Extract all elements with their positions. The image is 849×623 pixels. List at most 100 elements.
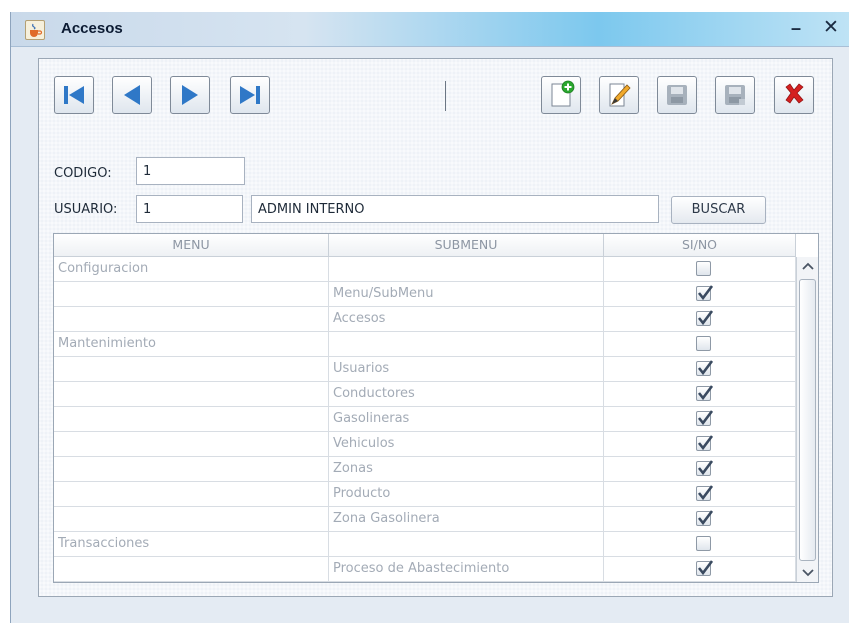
scroll-up-button[interactable] (797, 257, 818, 275)
table-row[interactable]: Zona Gasolinera (54, 507, 796, 532)
submenu-cell (329, 257, 604, 281)
submenu-cell: Zona Gasolinera (329, 507, 604, 531)
codigo-label: CODIGO: (54, 166, 112, 181)
accesos-window: Accesos – ✕ CODIGO: 1 USUARIO: 1 ADMIN I… (10, 12, 849, 623)
first-record-button[interactable] (54, 76, 94, 114)
access-checkbox-checked[interactable] (696, 435, 713, 451)
access-checkbox-unchecked[interactable] (696, 536, 711, 551)
table-row[interactable]: Mantenimiento (54, 332, 796, 357)
si-no-cell (604, 482, 796, 506)
access-checkbox-checked[interactable] (696, 310, 713, 326)
close-button[interactable]: ✕ (819, 15, 843, 41)
table-row[interactable]: Usuarios (54, 357, 796, 382)
new-document-icon (551, 80, 575, 107)
submenu-cell: Zonas (329, 457, 604, 481)
save-as-button[interactable] (715, 76, 755, 114)
save-button[interactable] (657, 76, 697, 114)
table-row[interactable]: Gasolineras (54, 407, 796, 432)
menu-cell (54, 282, 329, 306)
delete-button[interactable] (774, 76, 814, 114)
access-checkbox-checked[interactable] (696, 385, 713, 401)
table-row[interactable]: Configuracion (54, 257, 796, 282)
table-row[interactable]: Transacciones (54, 532, 796, 557)
buscar-button[interactable]: BUSCAR (671, 196, 766, 224)
column-header-si-no[interactable]: SI/NO (604, 234, 796, 256)
edit-button[interactable] (599, 76, 639, 114)
column-header-submenu[interactable]: SUBMENU (329, 234, 604, 256)
usuario-label: USUARIO: (54, 202, 118, 217)
table-row[interactable]: Menu/SubMenu (54, 282, 796, 307)
scroll-thumb[interactable] (799, 279, 816, 561)
checkmark-icon (697, 410, 713, 426)
access-checkbox-checked[interactable] (696, 360, 713, 376)
column-header-menu[interactable]: MENU (54, 234, 329, 256)
access-checkbox-checked[interactable] (696, 560, 713, 576)
save-as-disk-icon (725, 85, 745, 105)
submenu-cell (329, 532, 604, 556)
si-no-cell (604, 257, 796, 281)
access-checkbox-checked[interactable] (696, 410, 713, 426)
si-no-cell (604, 507, 796, 531)
usuario-name-field[interactable]: ADMIN INTERNO (251, 195, 659, 223)
access-checkbox-checked[interactable] (696, 485, 713, 501)
access-checkbox-checked[interactable] (696, 285, 713, 301)
menu-cell: Mantenimiento (54, 332, 329, 356)
checkmark-icon (697, 385, 713, 401)
submenu-cell: Gasolineras (329, 407, 604, 431)
checkmark-icon (697, 485, 713, 501)
table-row[interactable]: Zonas (54, 457, 796, 482)
last-record-icon (240, 86, 260, 104)
table-row[interactable]: Producto (54, 482, 796, 507)
previous-record-icon (124, 85, 140, 105)
chevron-down-icon (802, 569, 814, 577)
access-checkbox-checked[interactable] (696, 460, 713, 476)
si-no-cell (604, 407, 796, 431)
table-header: MENU SUBMENU SI/NO (54, 234, 796, 257)
delete-x-icon (785, 83, 804, 104)
edit-pencil-icon (609, 83, 631, 107)
chevron-up-icon (802, 262, 814, 270)
submenu-cell: Usuarios (329, 357, 604, 381)
si-no-cell (604, 382, 796, 406)
first-record-icon (64, 86, 84, 104)
table-row[interactable]: Vehiculos (54, 432, 796, 457)
access-checkbox-unchecked[interactable] (696, 336, 711, 351)
title-bar[interactable]: Accesos – ✕ (11, 12, 849, 47)
submenu-cell: Proceso de Abastecimiento (329, 557, 604, 581)
access-checkbox-unchecked[interactable] (696, 261, 711, 276)
access-checkbox-checked[interactable] (696, 510, 713, 526)
table-row[interactable]: Conductores (54, 382, 796, 407)
access-table: MENU SUBMENU SI/NO Configuracion Menu/Sub… (53, 233, 819, 583)
menu-cell: Transacciones (54, 532, 329, 556)
table-body: Configuracion Menu/SubMenu Accesos Mantenim… (54, 257, 796, 582)
submenu-cell: Conductores (329, 382, 604, 406)
submenu-cell: Producto (329, 482, 604, 506)
codigo-field[interactable]: 1 (136, 157, 245, 185)
new-button[interactable] (541, 76, 581, 114)
previous-record-button[interactable] (112, 76, 152, 114)
table-row[interactable]: Accesos (54, 307, 796, 332)
si-no-cell (604, 457, 796, 481)
menu-cell (54, 457, 329, 481)
usuario-id-field[interactable]: 1 (136, 195, 243, 223)
last-record-button[interactable] (230, 76, 270, 114)
save-disk-icon (667, 85, 687, 105)
menu-cell (54, 357, 329, 381)
si-no-cell (604, 332, 796, 356)
vertical-scrollbar[interactable] (796, 257, 818, 582)
menu-cell (54, 407, 329, 431)
checkmark-icon (697, 310, 713, 326)
window-title: Accesos (61, 20, 123, 37)
si-no-cell (604, 432, 796, 456)
submenu-cell: Accesos (329, 307, 604, 331)
checkmark-icon (697, 435, 713, 451)
checkmark-icon (697, 360, 713, 376)
si-no-cell (604, 532, 796, 556)
table-row[interactable]: Proceso de Abastecimiento (54, 557, 796, 582)
minimize-button[interactable]: – (785, 16, 807, 40)
next-record-button[interactable] (170, 76, 210, 114)
menu-cell: Configuracion (54, 257, 329, 281)
si-no-cell (604, 282, 796, 306)
scroll-down-button[interactable] (797, 564, 818, 582)
checkmark-icon (697, 510, 713, 526)
